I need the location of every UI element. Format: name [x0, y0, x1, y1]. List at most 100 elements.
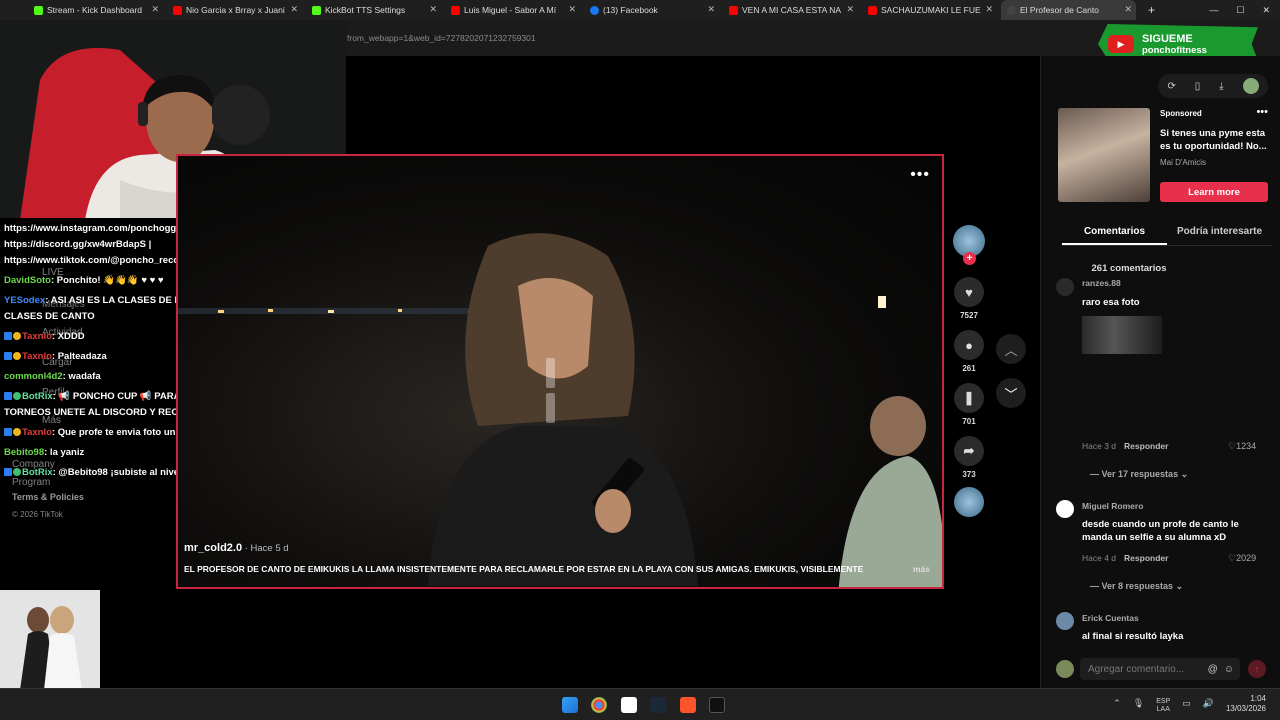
tab-might-like[interactable]: Podría interesarte: [1167, 222, 1272, 245]
author-name[interactable]: mr_cold2.0: [184, 542, 242, 554]
new-tab-button[interactable]: +: [1142, 0, 1158, 20]
maximize-button[interactable]: ☐: [1236, 5, 1244, 16]
follow-plus-icon[interactable]: +: [963, 252, 976, 265]
comment-username[interactable]: Miguel Romero: [1082, 501, 1143, 511]
close-icon[interactable]: ✕: [707, 4, 715, 15]
close-icon[interactable]: ✕: [290, 4, 298, 15]
share-action[interactable]: ➦ 373: [950, 436, 988, 479]
tab-kickbot-settings[interactable]: KickBot TTS Settings ✕: [306, 0, 441, 20]
close-icon[interactable]: ✕: [429, 4, 437, 15]
chat-text: https://www.instagram.com/ponchogg123/ |: [4, 223, 201, 234]
heart-outline-icon[interactable]: ♡: [1228, 441, 1236, 451]
chrome-icon[interactable]: [591, 697, 607, 713]
send-button[interactable]: ↑: [1248, 660, 1266, 678]
close-icon[interactable]: ✕: [568, 4, 576, 15]
comment-like[interactable]: ♡1234: [1228, 441, 1256, 452]
avatar[interactable]: +: [953, 225, 985, 265]
tab-sachauzumaki[interactable]: SACHAUZUMAKI LE FUE ✕: [862, 0, 997, 20]
close-icon[interactable]: ✕: [985, 4, 993, 15]
brave-icon[interactable]: [680, 697, 696, 713]
comment-like[interactable]: ♡2029: [1228, 553, 1256, 564]
ad-image[interactable]: [1058, 108, 1150, 202]
music-disc-icon[interactable]: [954, 487, 984, 517]
chat-message: Bebito98: la yaniz: [4, 446, 84, 459]
music-disc[interactable]: [950, 487, 988, 521]
expand-caption-button[interactable]: más: [913, 564, 930, 574]
chat-message: https://www.tiktok.com/@poncho_records: [4, 254, 194, 267]
close-icon[interactable]: ✕: [846, 4, 854, 15]
mobile-icon[interactable]: ▯: [1195, 81, 1201, 92]
close-window-button[interactable]: ✕: [1262, 5, 1270, 16]
comment-username[interactable]: ranzes.88: [1082, 278, 1121, 288]
share-icon[interactable]: ➦: [954, 436, 984, 466]
comment-icon[interactable]: ●: [954, 330, 984, 360]
heart-icon[interactable]: ♥: [954, 277, 984, 307]
tab-profesor-de-canto[interactable]: El Profesor de Canto ✕: [1001, 0, 1136, 20]
facebook-icon: [590, 5, 599, 15]
language-indicator[interactable]: ESP LAA: [1156, 698, 1170, 714]
network-icon[interactable]: ▭: [1182, 698, 1191, 714]
windows-start-icon[interactable]: [562, 697, 578, 713]
tab-facebook[interactable]: (13) Facebook ✕: [584, 0, 719, 20]
avatar[interactable]: [1056, 612, 1074, 630]
window-controls: — ☐ ✕: [1209, 0, 1280, 20]
avatar[interactable]: [1242, 78, 1259, 94]
chat-username: Taxnlo: [22, 331, 52, 342]
tab-kick-dashboard[interactable]: Stream - Kick Dashboard ✕: [28, 0, 163, 20]
download-icon[interactable]: ⤓: [1219, 81, 1223, 92]
comment-count: 261: [962, 364, 976, 373]
reply-button[interactable]: Responder: [1124, 441, 1168, 451]
app-icon[interactable]: [709, 697, 725, 713]
document-icon[interactable]: [621, 697, 637, 713]
add-comment-input[interactable]: Agregar comentario... @ ☺: [1080, 658, 1240, 680]
video-player[interactable]: ••• mr_cold2.0 · Hace 5 d EL PROFESOR DE…: [176, 154, 944, 589]
address-bar[interactable]: from_webapp=1&web_id=7278202071232759301: [340, 28, 1010, 48]
mention-icon[interactable]: @: [1208, 664, 1218, 675]
chevron-up-icon[interactable]: ︿: [996, 334, 1026, 364]
terms-link[interactable]: Terms & Policies: [12, 492, 84, 502]
chevron-down-icon[interactable]: ﹀: [996, 378, 1026, 408]
ad-more-icon[interactable]: •••: [1256, 106, 1268, 118]
learn-more-button[interactable]: Learn more: [1160, 182, 1268, 202]
save-action[interactable]: ❚ 701: [950, 383, 988, 426]
comment-count-header: 261 comentarios: [1091, 263, 1167, 274]
view-replies-button[interactable]: — Ver 17 respuestas ⌄: [1090, 469, 1188, 480]
close-icon[interactable]: ✕: [151, 4, 159, 15]
chat-message: Taxnlo: XDDD: [4, 330, 85, 343]
heart-outline-icon[interactable]: ♡: [1228, 553, 1236, 563]
tab-comments[interactable]: Comentarios: [1062, 222, 1167, 245]
emoji-icon[interactable]: ☺: [1224, 664, 1234, 675]
avatar[interactable]: [1056, 500, 1074, 518]
microphone-icon[interactable]: 🎙: [1133, 698, 1144, 714]
pause-icon[interactable]: [546, 358, 574, 423]
chevron-up-icon[interactable]: ⌃: [1113, 698, 1121, 714]
minimize-button[interactable]: —: [1209, 5, 1218, 15]
clock[interactable]: 1:04 13/03/2026: [1226, 694, 1266, 714]
avatar[interactable]: [1056, 278, 1074, 296]
ad-text[interactable]: Si tenes una pyme esta es tu oportunidad…: [1160, 127, 1272, 153]
tab-nio-garcia[interactable]: Nio Garcia x Brray x Juani ✕: [167, 0, 302, 20]
chat-message: DavidSoto: Ponchito! 👋👋👋 ♥ ♥ ♥: [4, 274, 164, 287]
video-more-button[interactable]: •••: [910, 166, 930, 184]
like-count: 7527: [960, 311, 978, 320]
creator-avatar[interactable]: +: [950, 225, 988, 265]
volume-icon[interactable]: 🔊: [1203, 698, 1214, 714]
like-action[interactable]: ♥ 7527: [950, 277, 988, 320]
chat-message: Taxnlo: Palteadaza: [4, 350, 107, 363]
tab-luis-miguel[interactable]: Luis Miguel - Sabor A Mí ✕: [445, 0, 580, 20]
tab-ven-a-mi-casa[interactable]: VEN A MI CASA ESTA NA ✕: [723, 0, 858, 20]
chat-message: https://www.instagram.com/ponchogg123/ |: [4, 222, 200, 235]
refresh-icon[interactable]: ⟳: [1167, 81, 1175, 92]
comment-image[interactable]: [1082, 316, 1162, 354]
comment-action[interactable]: ● 261: [950, 330, 988, 373]
steam-icon[interactable]: [650, 697, 666, 713]
chat-text: https://discord.gg/xw4wrBdapS |: [4, 239, 152, 250]
comment-text: al final si resultó layka: [1082, 631, 1184, 642]
comment-username[interactable]: Erick Cuentas: [1082, 613, 1139, 623]
reply-button[interactable]: Responder: [1124, 553, 1168, 563]
video-author[interactable]: mr_cold2.0 · Hace 5 d: [184, 542, 289, 554]
bookmark-icon[interactable]: ❚: [954, 383, 984, 413]
close-icon[interactable]: ✕: [1124, 4, 1132, 15]
view-replies-button[interactable]: — Ver 8 respuestas ⌄: [1090, 581, 1183, 592]
chat-text: : la yaniz: [44, 447, 85, 458]
